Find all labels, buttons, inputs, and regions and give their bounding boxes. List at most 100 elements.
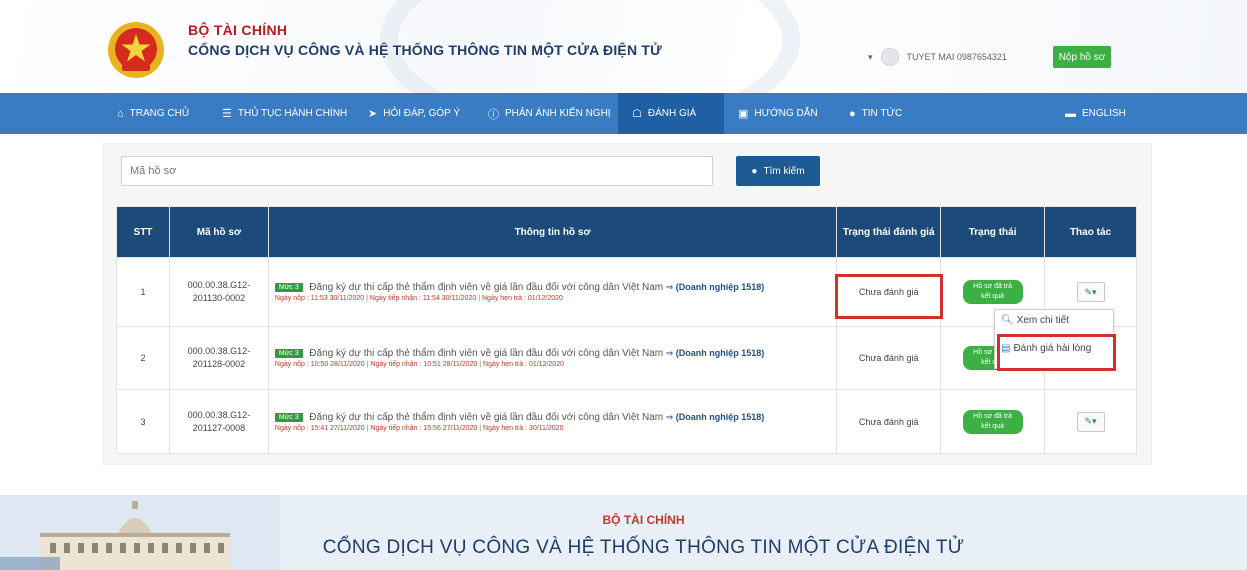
chat-icon: ☖: [632, 108, 642, 120]
nav-label: ĐÁNH GIÁ: [647, 108, 697, 119]
search-button[interactable]: ● Tìm kiếm: [736, 156, 820, 186]
dossier-dates: Ngày nộp : 11:53 30/11/2020 | Ngày tiếp …: [274, 295, 563, 302]
nav-label: HƯỚNG DẪN: [754, 108, 818, 119]
table-header-row: STT Mã hồ sơ Thông tin hồ sơ Trạng thái …: [116, 206, 1137, 258]
applicant-org: (Doanh nghiệp 1518): [675, 411, 765, 422]
submit-dossier-button[interactable]: Nộp hồ sơ: [1053, 46, 1111, 68]
dossier-table: STT Mã hồ sơ Thông tin hồ sơ Trạng thái …: [116, 206, 1137, 454]
procedure-title[interactable]: Đăng ký dự thi cấp thẻ thẩm định viên về…: [309, 282, 663, 293]
code-part: 201128-0002: [192, 359, 246, 369]
row-status: Hồ sơ đã trả kết quả: [940, 389, 1046, 454]
brand-portal-name: CỔNG DỊCH VỤ CÔNG VÀ HỆ THỐNG THÔNG TIN …: [188, 42, 662, 58]
return-date: Ngày hẹn trả : 30/11/2020: [483, 424, 564, 432]
code-part: 000.00.38.G12-: [187, 280, 251, 290]
nav-english[interactable]: ▬ ENGLISH: [1051, 93, 1152, 134]
submit-date: Ngày nộp : 10:50 28/11/2020: [274, 361, 365, 368]
nav-home[interactable]: ⌂ TRANG CHỦ: [103, 93, 208, 134]
highlight-rate-item: [997, 334, 1116, 371]
table-row: 1 000.00.38.G12- 201130-0002 Mức 3 Đăng …: [116, 257, 1137, 327]
caret-down-icon: ▾: [868, 51, 873, 62]
row-eval-status: Chưa đánh giá: [836, 389, 942, 454]
dossier-dates: Ngày nộp : 10:50 28/11/2020 | Ngày tiếp …: [274, 361, 564, 368]
table-row: 3 000.00.38.G12- 201127-0008 Mức 3 Đăng …: [116, 389, 1137, 454]
nav-guide[interactable]: ▣ HƯỚNG DẪN: [724, 93, 835, 134]
header-info: Thông tin hồ sơ: [267, 206, 838, 258]
code-part: 201130-0002: [192, 293, 246, 303]
flag-icon: ▬: [1065, 107, 1076, 120]
code-part: 000.00.38.G12-: [187, 409, 251, 420]
row-info: Mức 3 Đăng ký dự thi cấp thẻ thẩm định v…: [267, 389, 838, 454]
row-info: Mức 3 Đăng ký dự thi cấp thẻ thẩm định v…: [267, 257, 838, 327]
nav-label: TIN TỨC: [861, 108, 903, 119]
megaphone-icon: ➤: [368, 108, 378, 120]
avatar: [880, 48, 899, 66]
receive-date: Ngày tiếp nhận : 11:54 30/11/2020: [369, 295, 477, 302]
row-code[interactable]: 000.00.38.G12- 201130-0002: [168, 257, 269, 327]
return-date: Ngày hẹn trả : 01/12/2020: [483, 361, 564, 368]
status-badge: Hồ sơ đã trả kết quả: [962, 409, 1023, 434]
row-eval-status: Chưa đánh giá: [836, 326, 942, 390]
arrow-right-icon: ⇒: [665, 348, 674, 358]
location-icon: ●: [849, 107, 856, 120]
site-footer: BỘ TÀI CHÍNH CỔNG DỊCH VỤ CÔNG VÀ HỆ THỐ…: [0, 495, 1247, 570]
header-status: Trạng thái: [940, 206, 1046, 258]
applicant-org: (Doanh nghiệp 1518): [675, 282, 765, 292]
header-actions: Thao tác: [1044, 206, 1137, 258]
book-icon: ▣: [738, 108, 749, 120]
magnifier-icon: 🔍︎: [1001, 315, 1014, 326]
level-badge: Mức 3: [274, 349, 303, 359]
user-menu[interactable]: ▾ TUYET MAI 0987654321: [868, 47, 1007, 67]
procedure-title[interactable]: Đăng ký dự thi cấp thẻ thẩm định viên về…: [309, 348, 663, 359]
user-name: TUYET MAI 0987654321: [906, 52, 1007, 62]
main-nav: ⌂ TRANG CHỦ ☰ THỦ TỤC HÀNH CHÍNH ➤ HỎI Đ…: [0, 93, 1247, 134]
submit-date: Ngày nộp : 11:53 30/11/2020: [274, 295, 365, 302]
receive-date: Ngày tiếp nhận : 10:51 28/11/2020: [370, 361, 478, 368]
nav-evaluation[interactable]: ☖ ĐÁNH GIÁ: [618, 93, 724, 134]
nav-procedures[interactable]: ☰ THỦ TỤC HÀNH CHÍNH: [208, 93, 354, 134]
arrow-right-icon: ⇒: [665, 411, 674, 422]
status-badge: Hồ sơ đã trả kết quả: [962, 280, 1023, 304]
return-date: Ngày hẹn trả : 01/12/2020: [482, 295, 563, 302]
home-icon: ⌂: [117, 107, 124, 120]
search-icon: ●: [751, 165, 758, 177]
dossier-code-input[interactable]: [121, 156, 713, 186]
footer-ministry: BỘ TÀI CHÍNH: [602, 513, 685, 527]
menu-item-view-detail[interactable]: 🔍︎ Xem chi tiết: [1001, 315, 1069, 326]
receive-date: Ngày tiếp nhận : 15:56 27/11/2020: [370, 424, 478, 432]
table-row: 2 000.00.38.G12- 201128-0002 Mức 3 Đăng …: [116, 326, 1137, 390]
header-eval-status: Trạng thái đánh giá: [836, 206, 942, 258]
applicant-org: (Doanh nghiệp 1518): [675, 348, 765, 358]
highlight-eval-status: [835, 274, 943, 319]
nav-label: PHẢN ÁNH KIẾN NGHỊ: [505, 108, 611, 119]
actions-dropdown-button[interactable]: ✎▾: [1076, 282, 1105, 302]
list-icon: ☰: [222, 108, 232, 120]
menu-item-label: Xem chi tiết: [1016, 315, 1069, 326]
row-stt: 3: [116, 389, 170, 454]
submit-date: Ngày nộp : 15:41 27/11/2020: [274, 424, 365, 432]
row-stt: 1: [116, 257, 170, 327]
row-code[interactable]: 000.00.38.G12- 201128-0002: [168, 326, 269, 390]
level-badge: Mức 3: [274, 283, 303, 293]
nav-feedback[interactable]: ⓘ PHẢN ÁNH KIẾN NGHỊ: [474, 93, 618, 134]
header-code: Mã hồ sơ: [168, 206, 269, 258]
procedure-title[interactable]: Đăng ký dự thi cấp thẻ thẩm định viên về…: [309, 412, 663, 423]
info-icon: ⓘ: [488, 108, 499, 121]
header-stt: STT: [116, 206, 170, 258]
nav-label: TRANG CHỦ: [129, 108, 190, 119]
row-code[interactable]: 000.00.38.G12- 201127-0008: [168, 389, 269, 454]
dossier-dates: Ngày nộp : 15:41 27/11/2020 | Ngày tiếp …: [274, 424, 564, 432]
search-button-label: Tìm kiếm: [763, 165, 805, 177]
actions-dropdown-button[interactable]: ✎▾: [1076, 411, 1105, 432]
arrow-right-icon: ⇒: [665, 282, 674, 292]
site-header: BỘ TÀI CHÍNH CỔNG DỊCH VỤ CÔNG VÀ HỆ THỐ…: [0, 0, 1247, 93]
code-part: 000.00.38.G12-: [187, 346, 251, 356]
nav-qa[interactable]: ➤ HỎI ĐÁP, GÓP Ý: [354, 93, 474, 134]
row-info: Mức 3 Đăng ký dự thi cấp thẻ thẩm định v…: [267, 326, 838, 390]
row-stt: 2: [116, 326, 170, 390]
row-actions: ✎▾: [1044, 389, 1137, 454]
nav-news[interactable]: ● TIN TỨC: [835, 93, 1051, 134]
nav-label: THỦ TỤC HÀNH CHÍNH: [237, 108, 348, 119]
brand[interactable]: BỘ TÀI CHÍNH CỔNG DỊCH VỤ CÔNG VÀ HỆ THỐ…: [188, 22, 662, 58]
code-part: 201127-0008: [192, 422, 246, 433]
nav-label: ENGLISH: [1082, 108, 1126, 119]
